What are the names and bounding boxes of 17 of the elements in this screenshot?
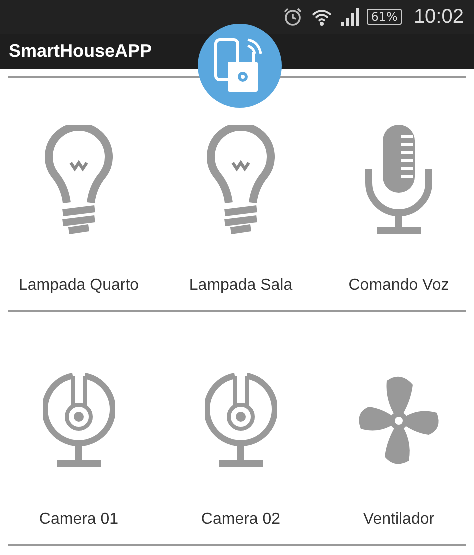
wifi-icon bbox=[311, 7, 334, 27]
alarm-clock-icon bbox=[283, 7, 304, 27]
light-bulb-icon[interactable] bbox=[207, 125, 275, 235]
signal-icon bbox=[341, 8, 360, 26]
device-label[interactable]: Camera 01 bbox=[39, 511, 119, 529]
device-label[interactable]: Comando Voz bbox=[348, 277, 450, 295]
battery-level: 61% bbox=[367, 9, 402, 25]
app-title: SmartHouseAPP bbox=[9, 41, 152, 62]
device-label[interactable]: Camera 02 bbox=[201, 511, 281, 529]
device-label[interactable]: Ventilador bbox=[363, 511, 435, 529]
webcam-icon[interactable] bbox=[205, 373, 277, 469]
device-label[interactable]: Lampada Sala bbox=[189, 277, 293, 295]
webcam-icon[interactable] bbox=[43, 373, 115, 469]
device-label[interactable]: Lampada Quarto bbox=[18, 277, 140, 295]
microphone-icon[interactable] bbox=[365, 125, 433, 235]
light-bulb-icon[interactable] bbox=[45, 125, 113, 235]
clock-time: 10:02 bbox=[414, 6, 464, 28]
